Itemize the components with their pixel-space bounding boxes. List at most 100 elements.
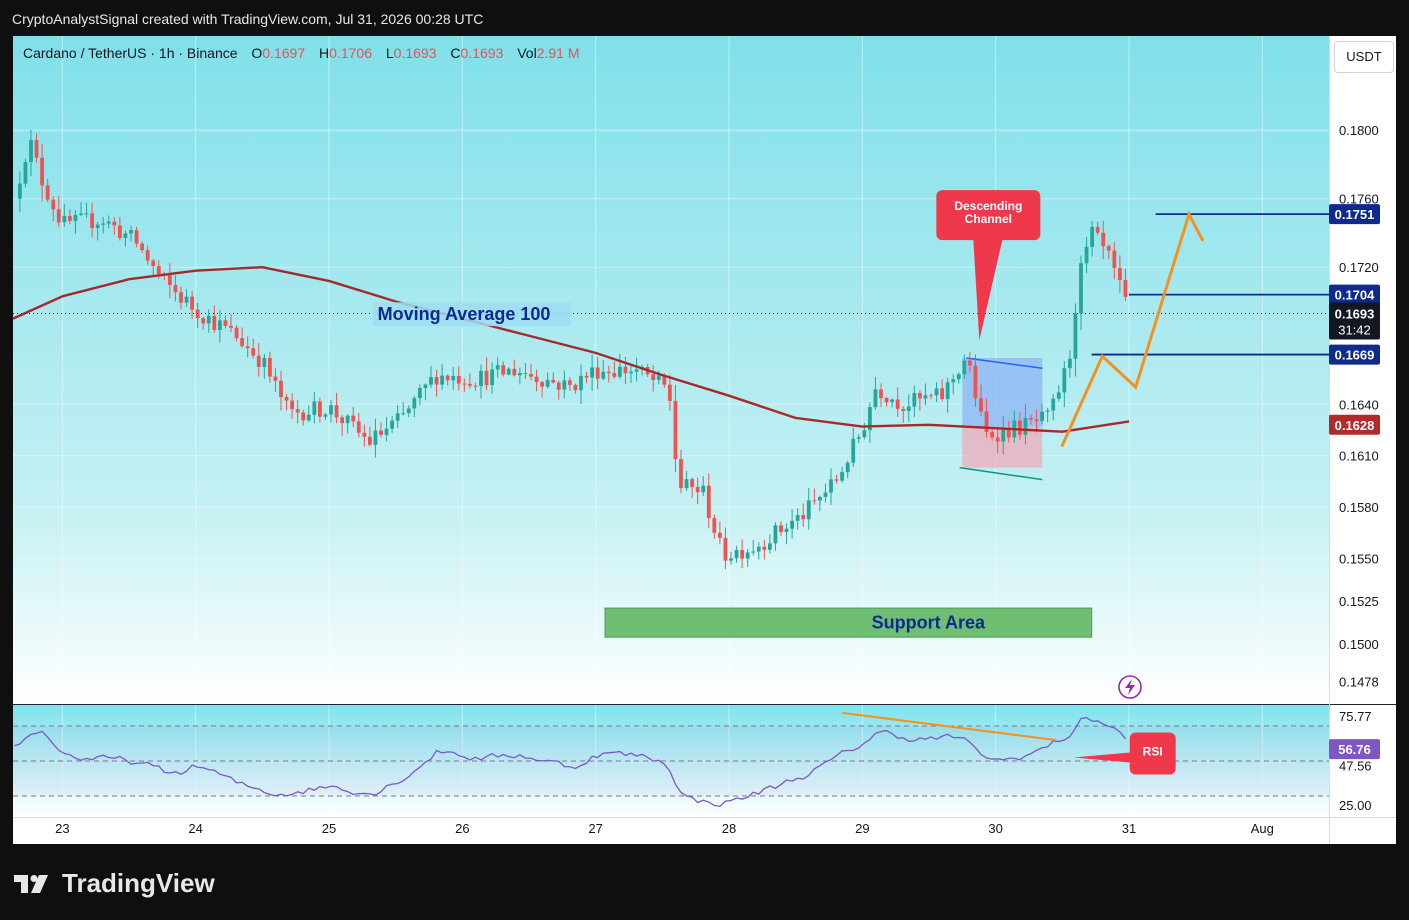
candle-body <box>595 367 600 379</box>
candle-body <box>1034 419 1039 422</box>
candle-body <box>345 415 350 424</box>
candle-body <box>351 415 356 422</box>
candle-body <box>945 382 950 400</box>
symbol-name[interactable]: Cardano / TetherUS · 1h · Binance <box>23 45 238 61</box>
candle-body <box>1062 368 1067 393</box>
candle-body <box>817 496 822 501</box>
ma-price-badge-text: 0.1628 <box>1335 418 1375 433</box>
candle-body <box>1040 411 1045 422</box>
rsi-tick-label: 25.00 <box>1339 798 1372 813</box>
time-tick-label: Aug <box>1251 821 1274 836</box>
time-tick-label: 28 <box>722 821 736 836</box>
candle-body <box>901 408 906 412</box>
candle-body <box>129 230 133 234</box>
candle-body <box>634 369 639 372</box>
candle-body <box>1112 250 1117 268</box>
candle-body <box>173 284 178 293</box>
candle-body <box>251 348 256 356</box>
candle-body <box>206 315 211 324</box>
candle-body <box>462 383 467 385</box>
time-tick-label: 29 <box>855 821 869 836</box>
candle-body <box>212 315 217 330</box>
candle-body <box>156 266 161 275</box>
candle-body <box>190 296 195 310</box>
candle-body <box>873 389 878 408</box>
candle-body <box>501 365 506 375</box>
candle-body <box>751 551 756 553</box>
candle-body <box>695 487 700 493</box>
candle-body <box>584 375 589 378</box>
candle-body <box>1023 417 1028 435</box>
candle-body <box>51 199 56 210</box>
time-tick-label: 23 <box>55 821 69 836</box>
rsi-tick-label: 75.77 <box>1339 709 1372 724</box>
candle-body <box>45 185 50 200</box>
level-price-badge[interactable]: 0.1704 <box>1329 284 1380 305</box>
support-area-label: Support Area <box>872 613 986 633</box>
time-tick-label: 27 <box>588 821 602 836</box>
candle-body <box>667 384 672 401</box>
time-tick-label: 26 <box>455 821 469 836</box>
candle-body <box>773 525 778 544</box>
candle-body <box>534 376 539 383</box>
last-price-badge[interactable]: 0.169331:42 <box>1329 302 1380 340</box>
candle-body <box>167 275 172 285</box>
candle-body <box>423 384 428 389</box>
price-tick-label: 0.1610 <box>1339 449 1379 464</box>
candle-body <box>879 389 883 399</box>
level-price-badge[interactable]: 0.1669 <box>1329 344 1380 365</box>
candle-body <box>273 376 278 381</box>
price-tick-label: 0.1478 <box>1339 675 1379 690</box>
chart-container[interactable]: Support Area Moving Average 100 Descendin… <box>13 36 1396 844</box>
tradingview-logo[interactable]: TradingView <box>14 868 215 899</box>
candle-body <box>590 367 595 378</box>
level-price-badge-text: 0.1704 <box>1335 288 1376 303</box>
candle-body <box>1079 263 1083 314</box>
currency-unit-button[interactable]: USDT <box>1334 41 1394 73</box>
chart-credit: CryptoAnalystSignal created with Trading… <box>12 11 484 27</box>
lightning-icon[interactable] <box>1118 675 1142 699</box>
candle-body <box>340 417 345 424</box>
candle-body <box>545 379 550 387</box>
candle-body <box>440 375 445 385</box>
high-value: 0.1706 <box>329 45 372 61</box>
level-price-badge[interactable]: 0.1751 <box>1329 204 1380 225</box>
candle-body <box>123 233 128 239</box>
candle-body <box>56 209 61 223</box>
tradingview-logo-text: TradingView <box>62 868 215 898</box>
candle-body <box>745 552 750 559</box>
level-price-badge-text: 0.1751 <box>1335 207 1375 222</box>
candle-body <box>629 371 633 374</box>
candle-body <box>940 388 945 400</box>
candle-up[interactable] <box>23 158 28 188</box>
price-tick-label: 0.1640 <box>1339 397 1379 412</box>
candle-body <box>151 260 156 267</box>
candle-body <box>551 379 556 383</box>
level-price-badge-text: 0.1669 <box>1335 348 1375 363</box>
time-tick-label: 31 <box>1122 821 1136 836</box>
candle-body <box>601 371 606 379</box>
candle-body <box>962 360 967 375</box>
low-value: 0.1693 <box>393 45 437 61</box>
candle-body <box>406 408 411 414</box>
candle-body <box>479 370 483 387</box>
volume-label: Vol <box>517 45 537 61</box>
candle-body <box>223 320 228 326</box>
candle-body <box>756 546 761 552</box>
candle-body <box>740 549 745 559</box>
chart-canvas[interactable]: Support Area Moving Average 100 Descendin… <box>13 36 1396 844</box>
candle-body <box>806 500 811 520</box>
candle-body <box>1045 410 1050 412</box>
candle-body <box>334 405 339 418</box>
price-tick-label: 0.1720 <box>1339 260 1379 275</box>
ma-price-badge[interactable]: 0.1628 <box>1329 414 1380 435</box>
main-pane-background <box>13 36 1329 704</box>
price-tick-label: 0.1550 <box>1339 551 1379 566</box>
candle-body <box>823 492 828 497</box>
candle-body <box>734 549 739 559</box>
candle-body <box>729 558 733 561</box>
candle-body <box>323 414 328 417</box>
rsi-value-badge[interactable]: 56.76 <box>1329 739 1380 760</box>
candle-body <box>517 373 522 376</box>
candle-body <box>23 162 28 184</box>
